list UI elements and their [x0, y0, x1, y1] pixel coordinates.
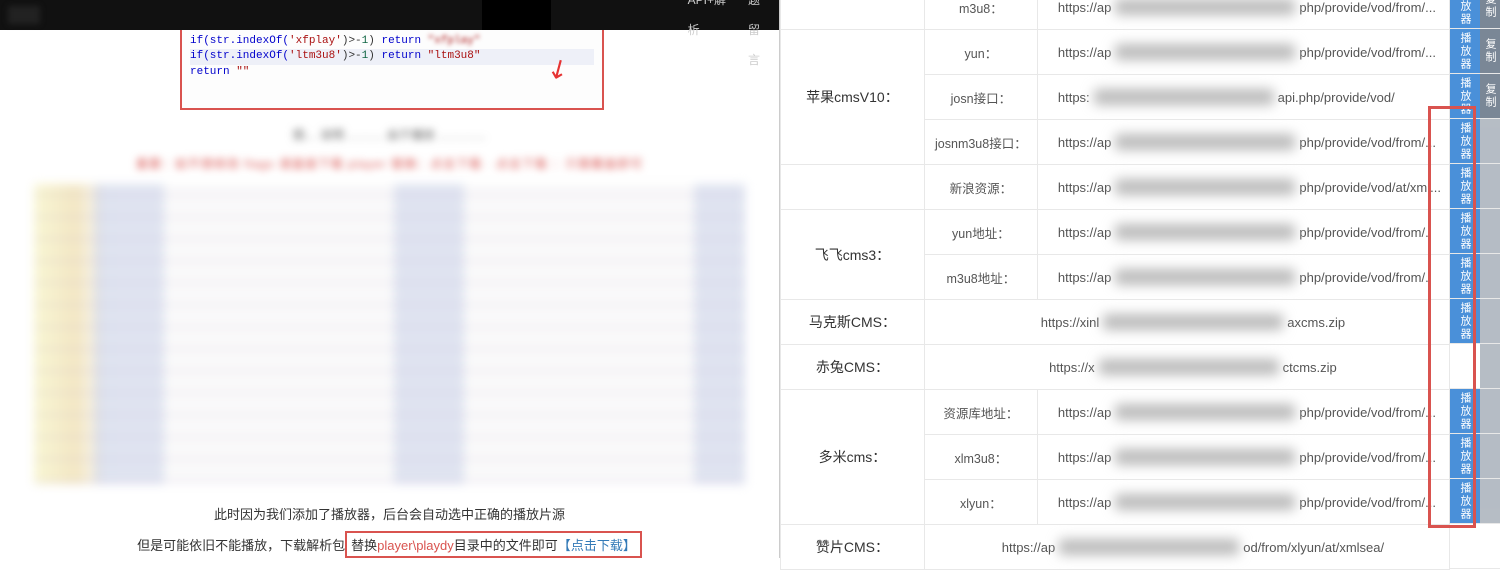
nav-item-jsonapi[interactable]: Json API+解析: [677, 0, 737, 75]
player-button[interactable]: 播放器: [1450, 0, 1480, 28]
copy-button[interactable]: [1480, 389, 1500, 433]
url-cell: https://apphp/provide/vod/from/...: [1037, 480, 1449, 525]
download-link[interactable]: 【: [558, 538, 571, 553]
group-cell: [781, 165, 925, 210]
group-cell: 马克斯CMS：: [781, 300, 925, 345]
copy-button[interactable]: [1480, 209, 1500, 253]
label-cell: xlyun：: [924, 480, 1037, 525]
nav-item-seacms[interactable]: SeaCms: [118, 0, 186, 75]
copy-button[interactable]: [1480, 119, 1500, 163]
player-button[interactable]: 播放器: [1450, 74, 1480, 118]
url-cell: https://apphp/provide/vod/from/...: [1037, 0, 1449, 30]
bottom-area: 此时因为我们添加了播放器，后台会自动选中正确的播放片源 但是可能依旧不能播放，下…: [0, 504, 779, 558]
code-snippet: if(str.indexOf('xfplay')>-1) return "xfp…: [180, 30, 604, 110]
copy-button[interactable]: 复制: [1480, 74, 1500, 118]
copy-button[interactable]: [1480, 299, 1500, 343]
empty-button-slot: [1480, 344, 1500, 388]
group-cell: 多米cms：: [781, 390, 925, 525]
url-cell: https:api.php/provide/vod/: [1037, 75, 1449, 120]
label-cell: 新浪资源：: [924, 165, 1037, 210]
player-button[interactable]: 播放器: [1450, 479, 1480, 523]
copy-button[interactable]: [1480, 254, 1500, 298]
url-cell: https://apphp/provide/vod/from/.: [1037, 255, 1449, 300]
copy-button[interactable]: [1480, 434, 1500, 478]
player-button[interactable]: 播放器: [1450, 164, 1480, 208]
url-cell: https://apphp/provide/vod/from/...: [1037, 120, 1449, 165]
download-link-text[interactable]: 点击下载: [571, 538, 623, 553]
empty-button-slot: [1450, 524, 1500, 568]
player-button[interactable]: 播放器: [1450, 119, 1480, 163]
bottom-line-1: 此时因为我们添加了播放器，后台会自动选中正确的播放片源: [0, 504, 779, 523]
player-button[interactable]: 播放器: [1450, 29, 1480, 73]
player-button[interactable]: 播放器: [1450, 254, 1480, 298]
brand-logo: [8, 6, 40, 24]
url-cell: https://apod/from/xlyun/at/xmlsea/: [924, 525, 1449, 570]
player-button[interactable]: 播放器: [1450, 209, 1480, 253]
url-cell: https://apphp/provide/vod/from/...: [1037, 390, 1449, 435]
copy-button[interactable]: [1480, 479, 1500, 523]
label-cell: xlm3u8：: [924, 435, 1037, 480]
group-cell: 赤兔CMS：: [781, 345, 925, 390]
url-cell: https://apphp/provide/vod/from/...: [1037, 30, 1449, 75]
red-highlight-box: 替换player\playdy目录中的文件即可【点击下载】: [345, 531, 642, 558]
blurred-screenshot: [34, 184, 745, 484]
label-cell: 资源库地址：: [924, 390, 1037, 435]
group-cell: 飞飞cms3：: [781, 210, 925, 300]
url-cell: https://xinlaxcms.zip: [924, 300, 1449, 345]
group-cell: 苹果cmsV10：: [781, 30, 925, 165]
copy-button[interactable]: 复制: [1480, 0, 1500, 28]
copy-button[interactable]: [1480, 164, 1500, 208]
player-button[interactable]: 播放器: [1450, 299, 1480, 343]
url-cell: https://apphp/provide/vod/at/xml...: [1037, 165, 1449, 210]
group-cell: [781, 0, 925, 30]
url-cell: https://apphp/provide/vod/from/.: [1037, 210, 1449, 255]
player-button[interactable]: 播放器: [1450, 389, 1480, 433]
label-cell: m3u8：: [924, 0, 1037, 30]
code-token: if(str.indexOf(: [190, 35, 289, 47]
copy-button[interactable]: 复制: [1480, 29, 1500, 73]
label-cell: josn接口：: [924, 75, 1037, 120]
nav-item-[interactable]: 问题留言: [737, 0, 771, 75]
url-cell: https://xctcms.zip: [924, 345, 1449, 390]
label-cell: m3u8地址：: [924, 255, 1037, 300]
nav-item-home[interactable]: Home: [64, 0, 118, 75]
label-cell: yun：: [924, 30, 1037, 75]
caption-blur-1: 图… 说明 ……… 由于播放 …………: [0, 126, 779, 143]
left-panel: HomeSeaCmsMacCmsMacCms10FeiFei3.4FeiFei5…: [0, 0, 780, 558]
label-cell: yun地址：: [924, 210, 1037, 255]
nav-item-ctcms[interactable]: CtCms: [618, 0, 677, 75]
navbar: HomeSeaCmsMacCmsMacCms10FeiFei3.4FeiFei5…: [0, 0, 779, 30]
api-table: m3u8：https://apphp/provide/vod/from/...苹…: [780, 0, 1450, 570]
bottom-line-2: 但是可能依旧不能播放，下载解析包替换player\playdy目录中的文件即可【…: [0, 531, 779, 558]
label-cell: josnm3u8接口：: [924, 120, 1037, 165]
player-button[interactable]: 播放器: [1450, 434, 1480, 478]
caption-blur-red: 重要：如不想修改 flags 请直接下载 player 替换：点击下载 · 点击…: [0, 155, 779, 172]
group-cell: 赞片CMS：: [781, 525, 925, 570]
right-panel: m3u8：https://apphp/provide/vod/from/...苹…: [780, 0, 1500, 558]
url-cell: https://apphp/provide/vod/from/...: [1037, 435, 1449, 480]
right-button-column: 播放器复制播放器复制播放器复制播放器 播放器 播放器 播放器 播放器 播放器 播…: [1450, 0, 1500, 570]
